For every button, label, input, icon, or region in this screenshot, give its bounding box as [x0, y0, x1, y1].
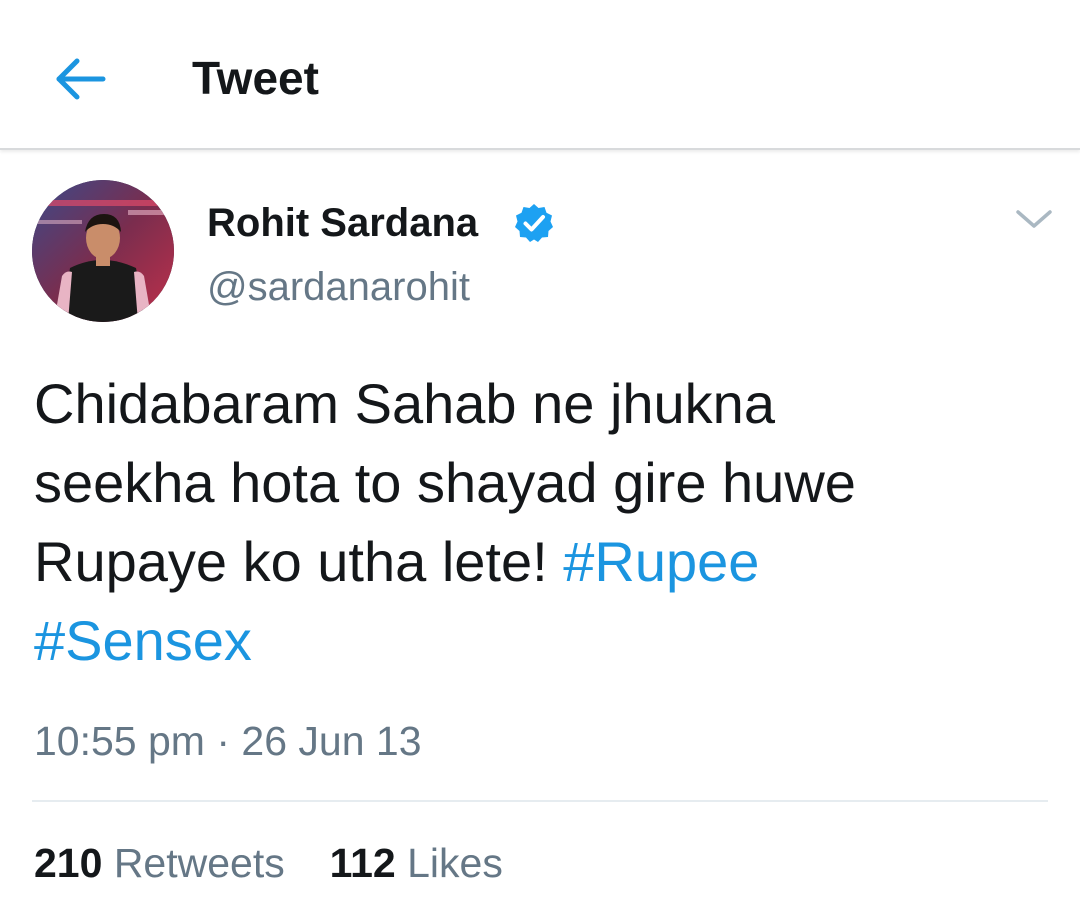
tweet-text-line: Rupaye ko utha lete!	[34, 530, 564, 593]
page-title: Tweet	[192, 52, 319, 104]
tweet-text-line: Chidabaram Sahab ne jhukna	[34, 372, 775, 435]
engagement-stats: 210 Retweets 112 Likes	[34, 836, 503, 890]
timestamp-separator: ·	[216, 718, 231, 764]
hashtag-sensex-link[interactable]: #Sensex	[34, 609, 252, 672]
retweets-count: 210	[34, 840, 103, 886]
divider	[32, 800, 1048, 802]
likes-label: Likes	[407, 840, 503, 886]
avatar-image	[32, 180, 174, 322]
likes-count: 112	[329, 840, 396, 886]
retweets-stat[interactable]: 210 Retweets	[34, 840, 285, 886]
author-handle[interactable]: @sardanarohit	[207, 262, 470, 312]
likes-stat[interactable]: 112 Likes	[330, 840, 503, 886]
tweet-timestamp: 10:55 pm · 26 Jun 13	[34, 714, 422, 768]
tweet-detail-screen: Tweet Rohit Sardana @sardanarohit Chidab…	[0, 0, 1080, 916]
tweet-date: 26 Jun 13	[241, 718, 422, 764]
tweet-text: Chidabaram Sahab ne jhukna seekha hota t…	[34, 364, 1044, 680]
author-name[interactable]: Rohit Sardana	[207, 198, 478, 248]
hashtag-rupee-link[interactable]: #Rupee	[563, 530, 759, 593]
verified-badge-icon	[515, 204, 553, 242]
tweet-time: 10:55 pm	[34, 718, 205, 764]
app-bar: Tweet	[0, 0, 1080, 150]
retweets-label: Retweets	[113, 840, 285, 886]
avatar[interactable]	[32, 180, 174, 322]
chevron-down-icon[interactable]	[1014, 204, 1054, 234]
tweet-text-line: seekha hota to shayad gire huwe	[34, 451, 856, 514]
arrow-left-icon	[56, 58, 106, 100]
back-button[interactable]	[44, 48, 114, 110]
